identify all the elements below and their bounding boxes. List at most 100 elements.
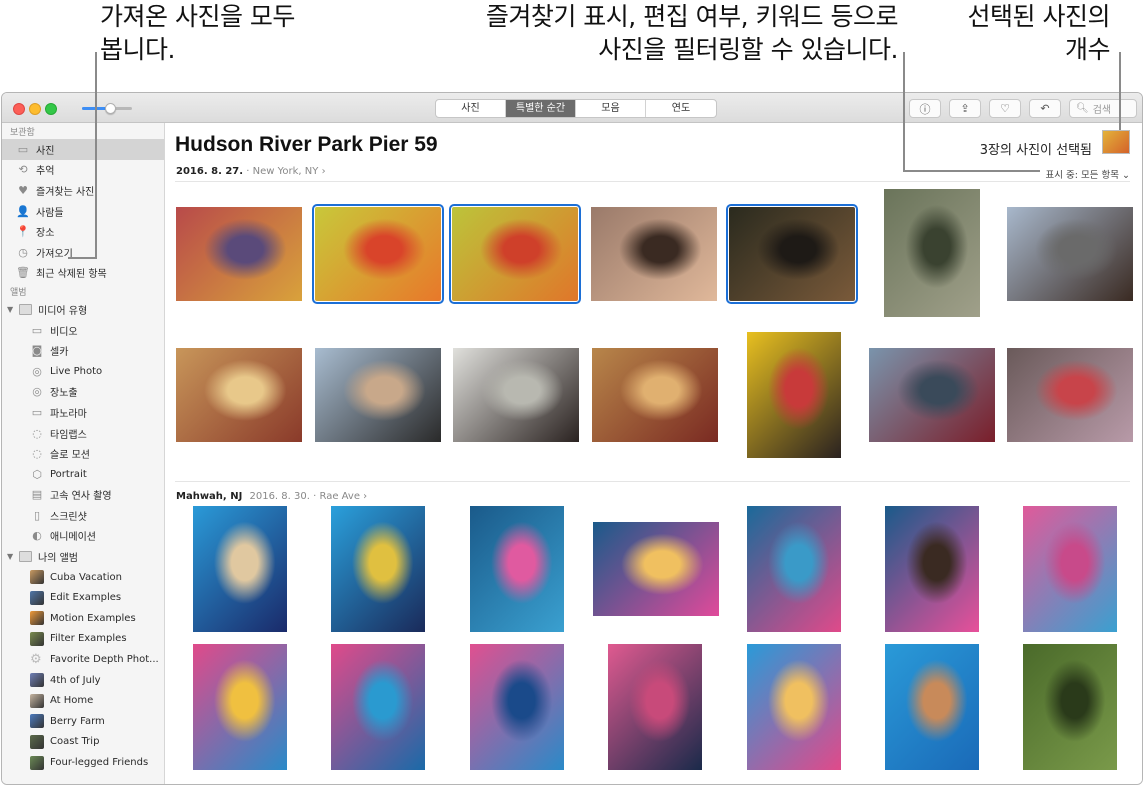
photo-thumbnail[interactable] (470, 506, 564, 632)
sidebar-item[interactable]: ▭ 파노라마 (2, 402, 164, 423)
photo-thumbnail[interactable] (1023, 644, 1117, 770)
callout-line: 개수 (1064, 35, 1111, 64)
sidebar-item-label: 셀카 (50, 347, 69, 359)
photo-thumbnail[interactable] (591, 207, 717, 301)
callout-line: 사진을 필터링할 수 있습니다. (598, 35, 898, 64)
photo-thumbnail[interactable] (593, 522, 719, 616)
sidebar-item-label: Four-legged Friends (50, 757, 149, 769)
sidebar-item[interactable]: ◙ 셀카 (2, 340, 164, 361)
fullscreen-button[interactable] (45, 103, 57, 115)
disclosure-triangle-icon[interactable]: ▼ (7, 552, 16, 561)
sidebar-item[interactable]: ▤ 고속 연사 촬영 (2, 485, 164, 506)
moment-subtitle[interactable]: 2016. 8. 27. · New York, NY › (176, 166, 326, 177)
chevron-right-icon: › (321, 166, 326, 177)
moment-location[interactable]: New York, NY (253, 166, 319, 177)
sidebar-item[interactable]: ▭ 비디오 (2, 320, 164, 341)
photo-thumbnail[interactable] (193, 506, 287, 632)
sidebar-item[interactable]: 🗑 최근 삭제된 항목 (2, 263, 164, 284)
sidebar-item[interactable]: ▯ 스크린샷 (2, 505, 164, 526)
sidebar-item[interactable]: ⟲ 추억 (2, 160, 164, 181)
photo-thumbnail[interactable] (726, 204, 858, 304)
sidebar-item[interactable]: 👤 사람들 (2, 201, 164, 222)
callout-leader (903, 170, 1040, 172)
sidebar-item[interactable]: ◎ 장노출 (2, 382, 164, 403)
memories-icon: ⟲ (18, 163, 28, 177)
sidebar-item[interactable]: ◌ 슬로 모션 (2, 443, 164, 464)
sidebar-item[interactable]: 📍 장소 (2, 221, 164, 242)
search-placeholder: 검색 (1092, 105, 1112, 116)
photo-thumbnail[interactable] (885, 506, 979, 632)
photo-thumbnail[interactable] (470, 644, 564, 770)
photo-thumbnail[interactable] (747, 332, 841, 458)
callout-line: 봅니다. (100, 35, 175, 64)
tab-3[interactable]: 연도 (646, 100, 716, 117)
sidebar-item[interactable]: Filter Examples (2, 629, 164, 650)
photo-thumbnail[interactable] (315, 348, 441, 442)
sidebar-group[interactable]: ▼ 나의 앨범 (2, 546, 164, 567)
sidebar-item[interactable]: ⚙ Favorite Depth Phot... (2, 649, 164, 670)
photo-thumbnail[interactable] (331, 644, 425, 770)
pin-icon: 📍 (16, 225, 30, 239)
photo-thumbnail[interactable] (747, 506, 841, 632)
filter-dropdown[interactable]: 표시 중: 모든 항목 ⌄ (1046, 167, 1130, 181)
photo-thumbnail[interactable] (453, 348, 579, 442)
sidebar-item[interactable]: ⬡ Portrait (2, 464, 164, 485)
zoom-slider-knob[interactable] (104, 103, 116, 114)
sidebar-item[interactable]: 4th of July (2, 670, 164, 691)
photo-thumbnail[interactable] (884, 189, 980, 317)
sidebar-item[interactable]: Cuba Vacation (2, 567, 164, 588)
info-icon: ⓘ (919, 102, 931, 116)
live-photo-icon: ◎ (32, 364, 42, 378)
sidebar-item[interactable]: Coast Trip (2, 732, 164, 753)
sidebar-item-label: 사진 (36, 145, 55, 157)
moment2-place[interactable]: Rae Ave (319, 491, 360, 502)
photo-grid-area: Hudson River Park Pier 59 2016. 8. 27. ·… (165, 123, 1142, 784)
disclosure-triangle-icon[interactable]: ▼ (7, 305, 16, 314)
sidebar-item[interactable]: Edit Examples (2, 587, 164, 608)
photo-thumbnail[interactable] (608, 644, 702, 770)
photo-thumbnail[interactable] (1007, 207, 1133, 301)
sidebar-item-label: Coast Trip (50, 736, 100, 748)
photo-thumbnail[interactable] (176, 207, 302, 301)
photo-thumbnail[interactable] (592, 348, 718, 442)
share-button[interactable]: ⇪ (949, 99, 981, 118)
callout-line: 가져온 사진을 모두 (100, 2, 295, 31)
close-button[interactable] (13, 103, 25, 115)
favorite-button[interactable]: ♡ (989, 99, 1021, 118)
tab-1[interactable]: 특별한 순간 (506, 100, 576, 117)
photo-thumbnail[interactable] (312, 204, 444, 304)
photo-thumbnail[interactable] (747, 644, 841, 770)
sidebar-group-label: 미디어 유형 (38, 305, 88, 317)
photo-thumbnail[interactable] (1023, 506, 1117, 632)
sidebar-item[interactable]: ▭ 사진 (2, 139, 164, 160)
photo-thumbnail[interactable] (869, 348, 995, 442)
callout-leader (1119, 52, 1121, 130)
timelapse-icon: ◌ (32, 426, 42, 440)
sidebar-item[interactable]: Berry Farm (2, 711, 164, 732)
rotate-button[interactable]: ↶ (1029, 99, 1061, 118)
photo-thumbnail[interactable] (176, 348, 302, 442)
search-field[interactable]: 🔍︎ 검색 (1069, 99, 1137, 118)
zoom-slider[interactable] (82, 103, 132, 114)
sidebar-item-label: Live Photo (50, 365, 103, 377)
sidebar-item[interactable]: ♥ 즐겨찾는 사진 (2, 180, 164, 201)
tab-0[interactable]: 사진 (436, 100, 506, 117)
info-button[interactable]: ⓘ (909, 99, 941, 118)
minimize-button[interactable] (29, 103, 41, 115)
sidebar-item[interactable]: Four-legged Friends (2, 752, 164, 773)
photo-thumbnail[interactable] (331, 506, 425, 632)
sidebar-item[interactable]: ◎ Live Photo (2, 361, 164, 382)
photo-thumbnail[interactable] (885, 644, 979, 770)
album-thumbnail (30, 693, 44, 708)
sidebar-item[interactable]: ◷ 가져오기 (2, 242, 164, 263)
photo-thumbnail[interactable] (449, 204, 581, 304)
sidebar-item[interactable]: ◌ 타임랩스 (2, 423, 164, 444)
sidebar-item[interactable]: ◐ 애니메이션 (2, 526, 164, 547)
photo-thumbnail[interactable] (1007, 348, 1133, 442)
sidebar-item[interactable]: Motion Examples (2, 608, 164, 629)
moment2-header[interactable]: Mahwah, NJ 2016. 8. 30. · Rae Ave › (176, 491, 367, 502)
photo-thumbnail[interactable] (193, 644, 287, 770)
tab-2[interactable]: 모음 (576, 100, 646, 117)
sidebar-group[interactable]: ▼ 미디어 유형 (2, 299, 164, 320)
sidebar-item[interactable]: At Home (2, 690, 164, 711)
